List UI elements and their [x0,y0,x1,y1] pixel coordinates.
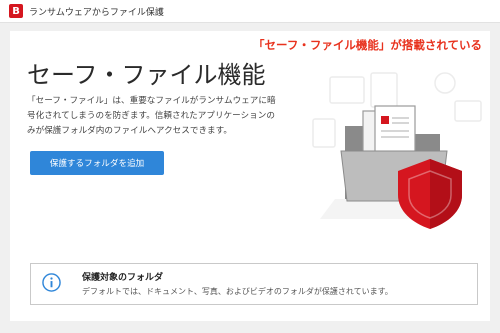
feature-description: 「セーフ・ファイル」は、重要なファイルがランサムウェアに暗号化されてしまうのを防… [27,96,276,136]
add-protected-folder-button[interactable]: 保護するフォルダを追加 [30,151,164,175]
protected-folder-shield-icon [312,72,482,229]
info-text: デフォルトでは、ドキュメント、写真、およびビデオのフォルダが保護されています。 [82,287,393,296]
info-box: 保護対象のフォルダ デフォルトでは、ドキュメント、写真、およびビデオのフォルダが… [30,263,478,305]
info-icon [42,273,61,292]
content-panel: 「セーフ・ファイル機能」が搭載されている セーフ・ファイル機能 「セーフ・ファイ… [10,31,490,321]
window-title: ランサムウェアからファイル保護 [29,7,164,18]
bitdefender-logo-icon: B [9,4,23,18]
info-title: 保護対象のフォルダ [82,273,164,283]
page-title: セーフ・ファイル機能 [27,61,266,89]
feature-annotation: 「セーフ・ファイル機能」が搭載されている [253,38,482,52]
title-bar: B ランサムウェアからファイル保護 [0,0,500,23]
